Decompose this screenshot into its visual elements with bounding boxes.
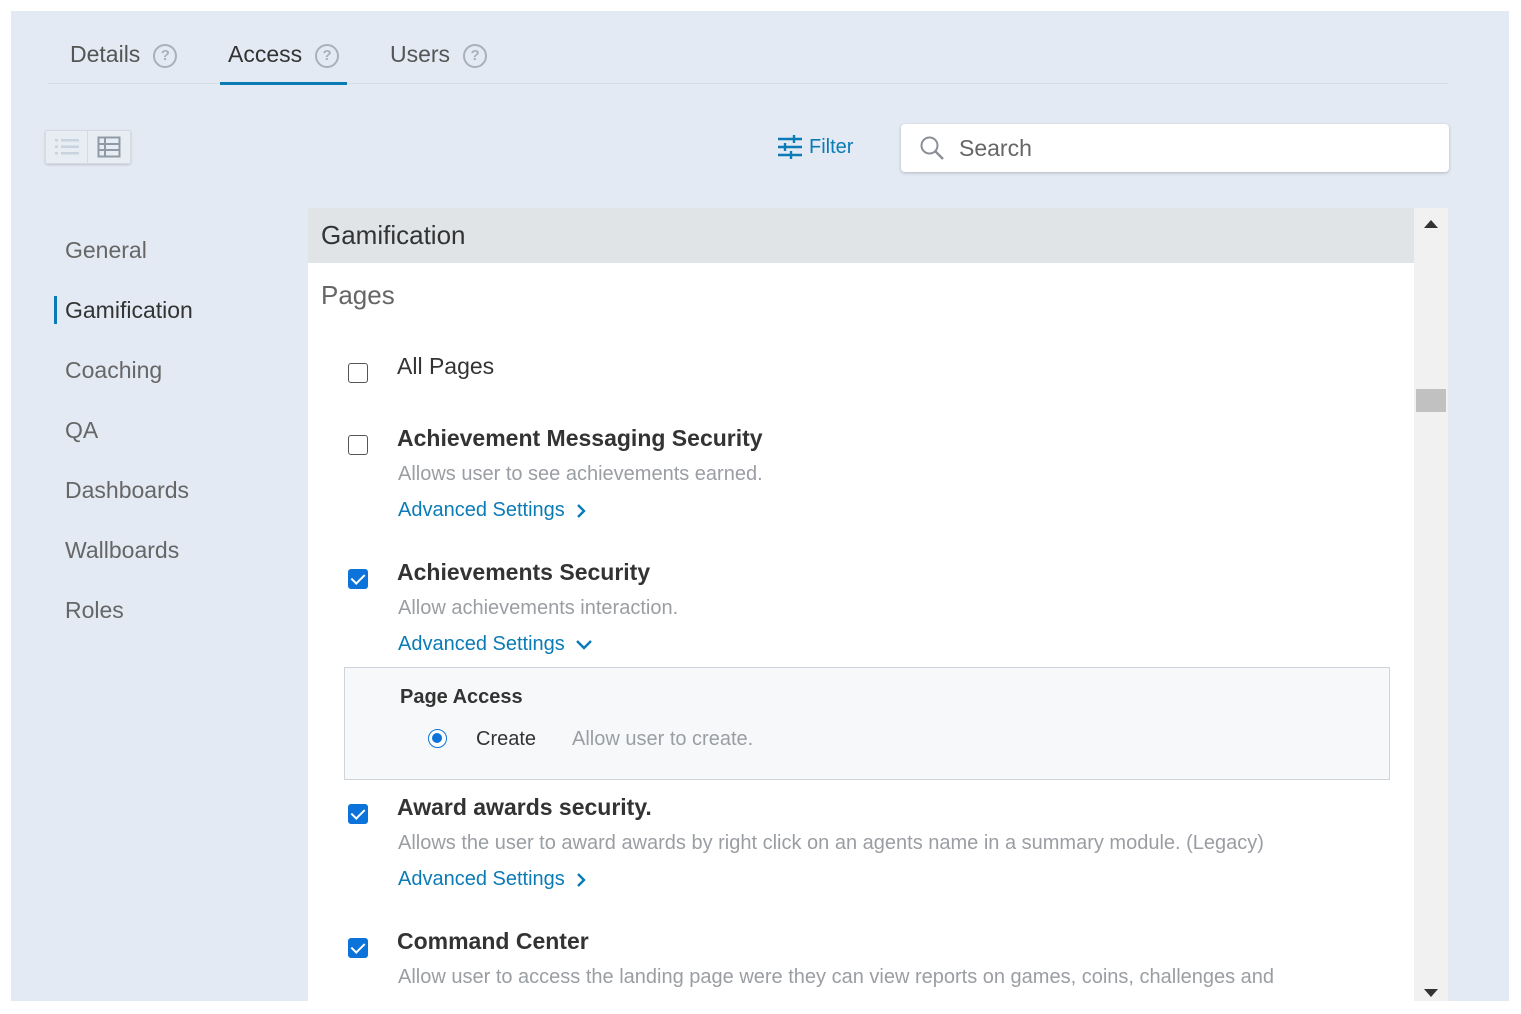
create-radio[interactable]	[428, 729, 447, 748]
nav-item-dashboards[interactable]: Dashboards	[54, 461, 274, 521]
table-icon	[97, 136, 121, 158]
search-input[interactable]	[959, 134, 1419, 162]
help-icon[interactable]: ?	[153, 44, 178, 68]
advanced-settings-label: Advanced Settings	[398, 499, 565, 521]
list-view-button[interactable]	[45, 130, 88, 164]
advanced-settings-label: Advanced Settings	[398, 868, 565, 890]
help-icon[interactable]: ?	[463, 44, 488, 68]
tab-access-label: Access	[228, 41, 303, 67]
nav-item-wallboards[interactable]: Wallboards	[54, 521, 274, 581]
search-icon	[920, 136, 944, 160]
content-scrollbar[interactable]	[1414, 208, 1448, 1001]
main-panel: Details ? Access ? Users ? Filter Search…	[11, 11, 1509, 1001]
page-access-title: Page Access	[400, 686, 523, 708]
table-view-button[interactable]	[88, 130, 131, 164]
category-nav: General Gamification Coaching QA Dashboa…	[54, 221, 274, 641]
create-radio-label: Create	[476, 728, 537, 750]
filter-button[interactable]: Filter	[777, 131, 853, 163]
permission-title: Achievements Security	[397, 559, 651, 585]
all-pages-label: All Pages	[397, 353, 495, 379]
nav-item-general[interactable]: General	[54, 221, 274, 281]
permission-checkbox[interactable]	[348, 938, 368, 958]
permission-title: Award awards security.	[397, 794, 652, 820]
permission-checkbox[interactable]	[348, 569, 368, 589]
scroll-up-arrow-icon[interactable]	[1424, 220, 1438, 228]
list-icon	[54, 139, 79, 155]
nav-item-coaching[interactable]: Coaching	[54, 341, 274, 401]
permission-description: Allows the user to award awards by right…	[398, 832, 1264, 854]
permission-description: Allow user to access the landing page we…	[398, 966, 1275, 988]
permission-title: Achievement Messaging Security	[397, 425, 763, 451]
tab-users-label: Users	[390, 41, 451, 67]
search-box	[901, 124, 1449, 172]
tab-bar: Details ? Access ? Users ?	[48, 11, 1448, 85]
scroll-down-arrow-icon[interactable]	[1424, 989, 1438, 997]
tab-details[interactable]: Details ?	[70, 39, 178, 84]
section-title: Gamification	[308, 208, 1414, 263]
nav-item-roles[interactable]: Roles	[54, 581, 274, 641]
permissions-content: Gamification Pages All Pages Achievement…	[308, 208, 1414, 1001]
nav-item-qa[interactable]: QA	[54, 401, 274, 461]
filter-sliders-icon	[778, 135, 802, 159]
tab-access[interactable]: Access ?	[219, 39, 348, 85]
chevron-right-icon	[576, 872, 586, 887]
permission-description: Allow achievements interaction.	[398, 597, 679, 619]
scrollbar-thumb[interactable]	[1416, 389, 1446, 412]
nav-item-gamification[interactable]: Gamification	[54, 281, 274, 341]
chevron-down-icon	[575, 639, 592, 650]
create-radio-description: Allow user to create.	[572, 728, 754, 750]
advanced-settings-link[interactable]: Advanced Settings	[398, 868, 587, 891]
filter-label: Filter	[809, 135, 854, 158]
advanced-settings-link[interactable]: Advanced Settings	[398, 499, 587, 522]
tab-details-label: Details	[70, 41, 141, 67]
permission-checkbox[interactable]	[348, 435, 368, 455]
advanced-settings-panel: Page Access Create Allow user to create.	[344, 667, 1390, 780]
tab-users[interactable]: Users ?	[390, 39, 488, 84]
subheading-pages: Pages	[321, 280, 395, 310]
all-pages-checkbox[interactable]	[348, 363, 368, 383]
advanced-settings-link[interactable]: Advanced Settings	[398, 633, 593, 656]
permission-checkbox[interactable]	[348, 804, 368, 824]
advanced-settings-label: Advanced Settings	[398, 633, 565, 655]
help-icon[interactable]: ?	[315, 44, 340, 68]
permission-title: Command Center	[397, 928, 589, 954]
view-toggle	[45, 130, 131, 164]
chevron-right-icon	[576, 503, 586, 518]
permission-description: Allows user to see achievements earned.	[398, 463, 763, 485]
